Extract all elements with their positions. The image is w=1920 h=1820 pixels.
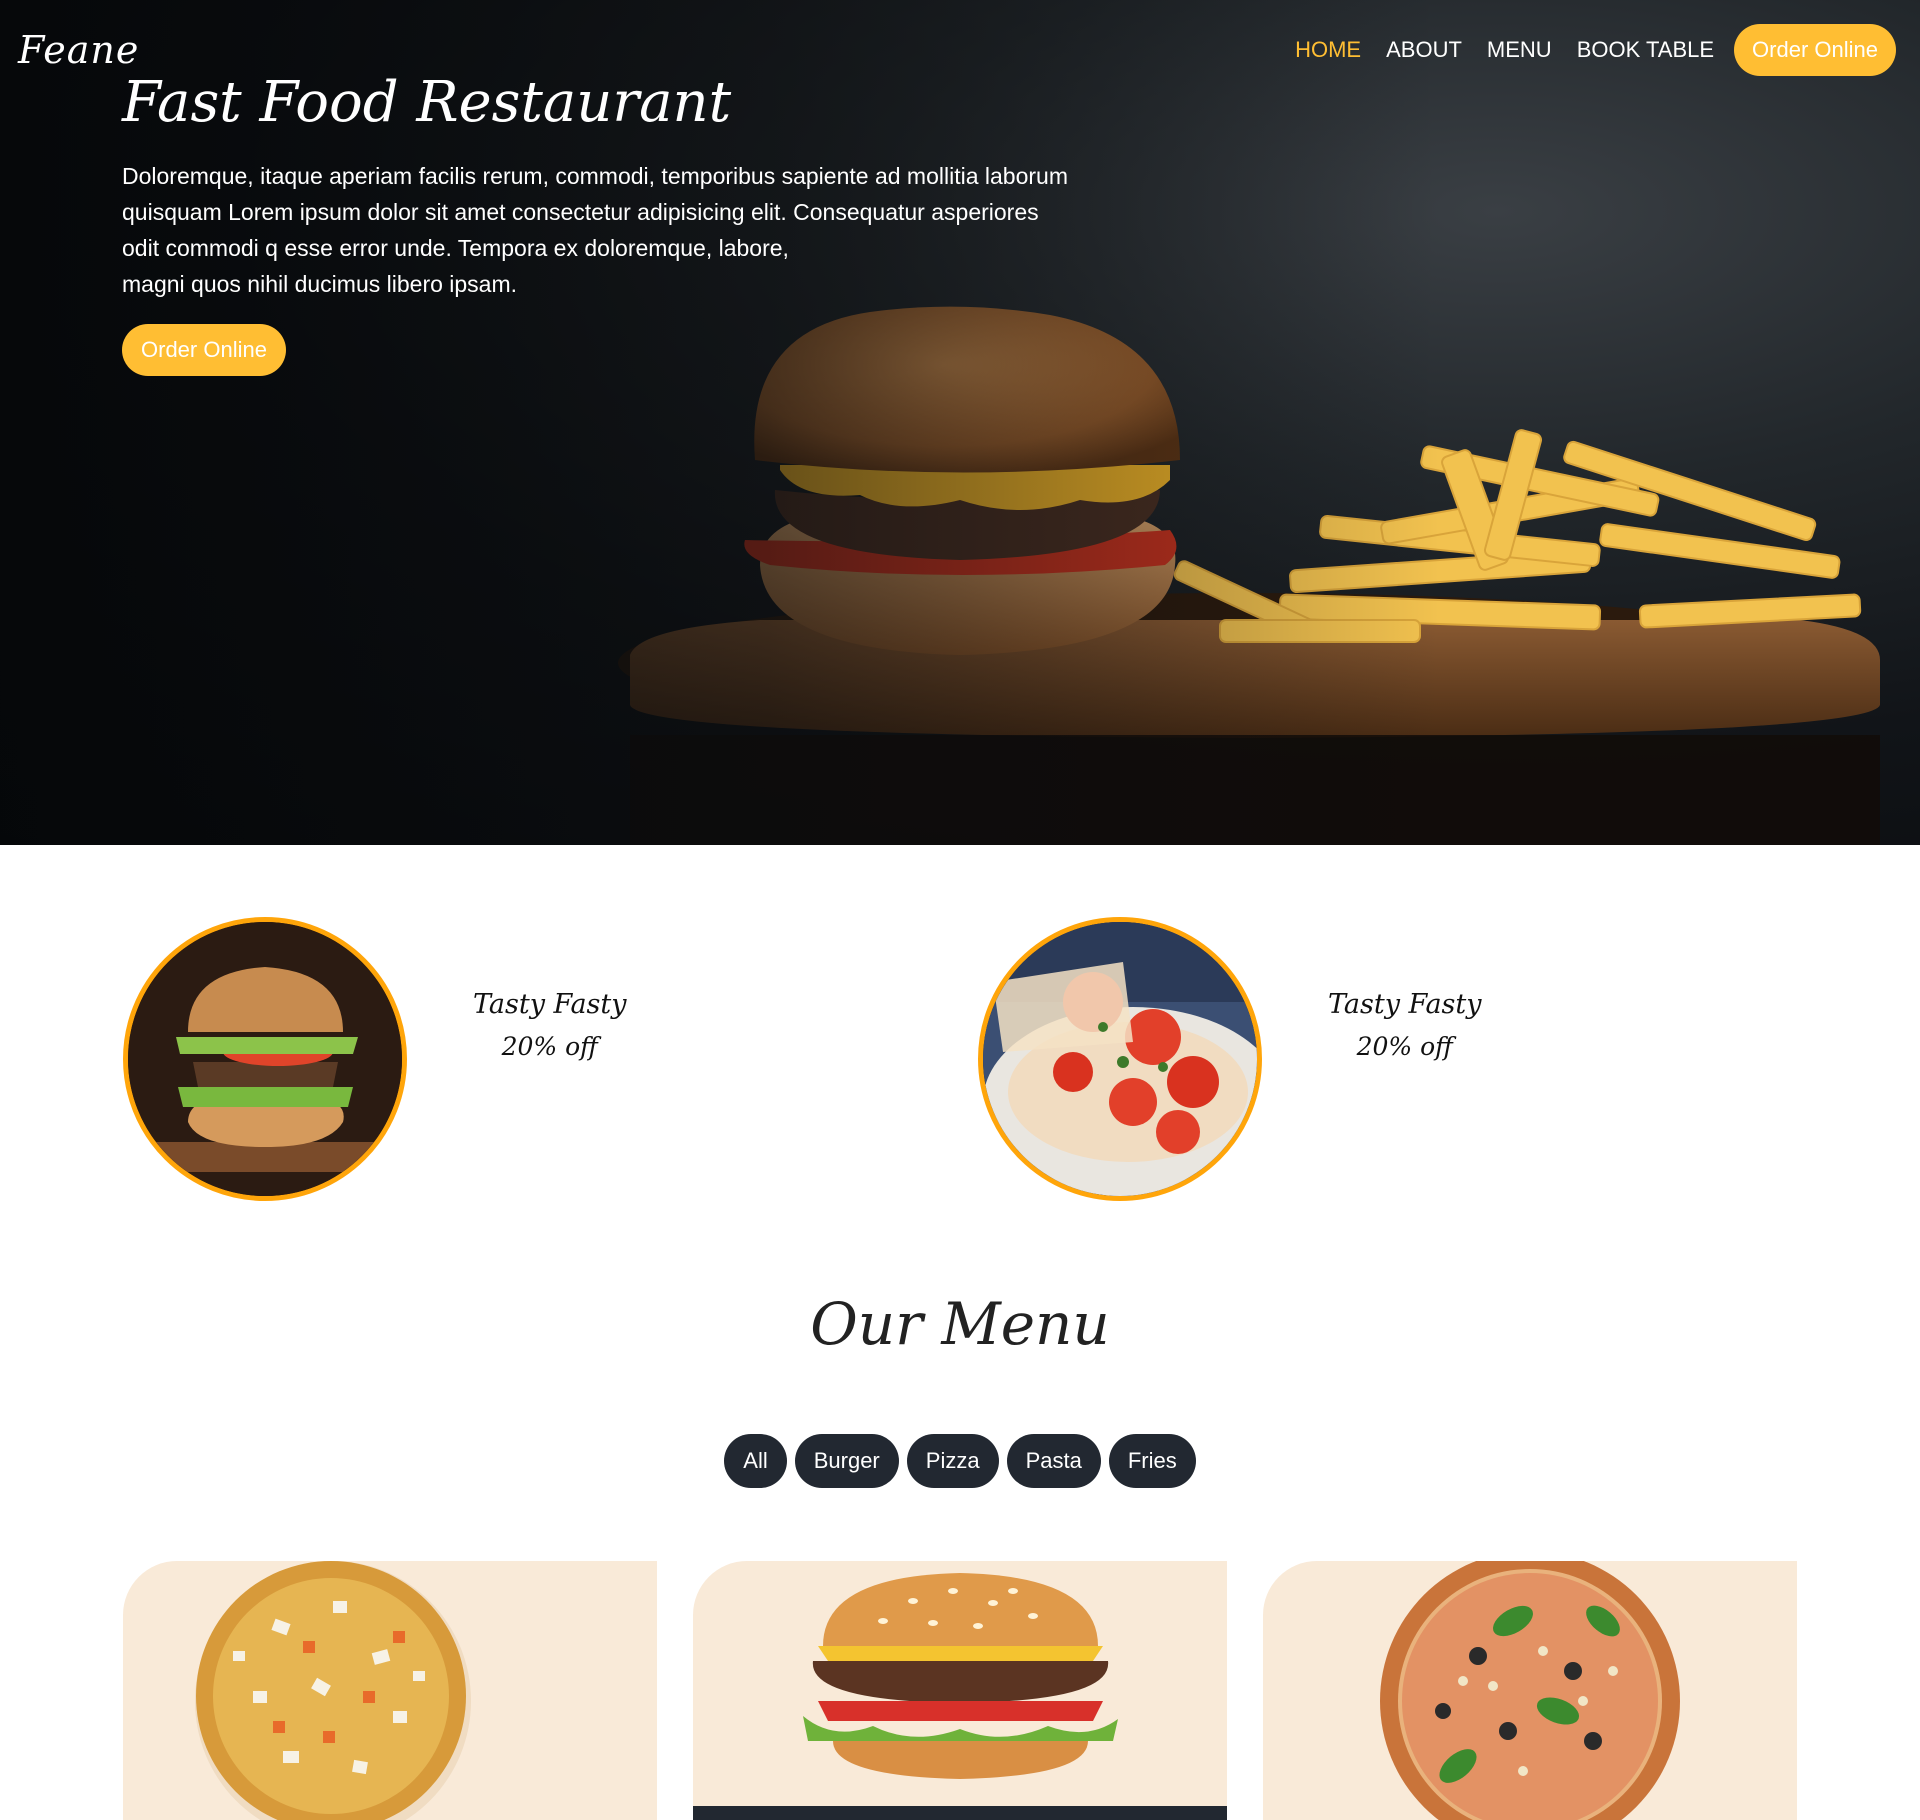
menu-title: Our Menu [810,1290,1110,1358]
offer-burger-image [123,917,407,1201]
menu-item-card[interactable] [1263,1561,1797,1820]
hero-description-line: odit commodi q esse error unde. Tempora … [122,235,789,261]
offer-discount: 20% off [1356,1032,1453,1061]
hero-section: Feane HOME ABOUT MENU BOOK TABLE Order O… [0,0,1920,845]
pizza-image [195,1561,471,1820]
offer-info: Tasty Fasty 20% off [1328,989,1482,1061]
filter-burger[interactable]: Burger [794,1434,899,1488]
nav-home[interactable]: HOME [1295,37,1361,63]
hero-title: Fast Food Restaurant [122,70,732,135]
menu-filters: All Burger Pizza Pasta Fries [0,1434,1920,1488]
offer-discount: 20% off [501,1032,598,1061]
offer-card[interactable]: Tasty Fasty 20% off [123,917,627,1201]
offer-info: Tasty Fasty 20% off [473,989,627,1061]
nav-about[interactable]: ABOUT [1386,37,1462,63]
card-detail-bar [693,1806,1227,1820]
filter-pasta[interactable]: Pasta [1006,1434,1101,1488]
filter-all[interactable]: All [724,1434,787,1488]
main-nav: HOME ABOUT MENU BOOK TABLE Order Online [1270,24,1896,76]
nav-book-table[interactable]: BOOK TABLE [1577,37,1714,63]
cheeseburger-image [803,1573,1118,1779]
hero-description-line: Doloremque, itaque aperiam facilis rerum… [122,163,1068,189]
menu-item-card[interactable] [693,1561,1227,1820]
pizza-image [1380,1561,1680,1820]
filter-fries[interactable]: Fries [1108,1434,1196,1488]
hero-description-line: magni quos nihil ducimus libero ipsam. [122,271,518,297]
offer-pizza-image [978,917,1262,1201]
hero-description: Doloremque, itaque aperiam facilis rerum… [122,158,1122,302]
nav-menu[interactable]: MENU [1487,37,1552,63]
offer-title: Tasty Fasty [473,989,627,1020]
header-order-online-button[interactable]: Order Online [1734,24,1896,76]
brand-logo[interactable]: Feane [18,28,139,72]
offer-title: Tasty Fasty [1328,989,1482,1020]
hero-description-line: quisquam Lorem ipsum dolor sit amet cons… [122,199,1039,225]
hero-order-online-button[interactable]: Order Online [122,324,286,376]
filter-pizza[interactable]: Pizza [906,1434,999,1488]
offer-card[interactable]: Tasty Fasty 20% off [978,917,1482,1201]
menu-item-card[interactable] [123,1561,657,1820]
menu-items [123,1561,1797,1820]
